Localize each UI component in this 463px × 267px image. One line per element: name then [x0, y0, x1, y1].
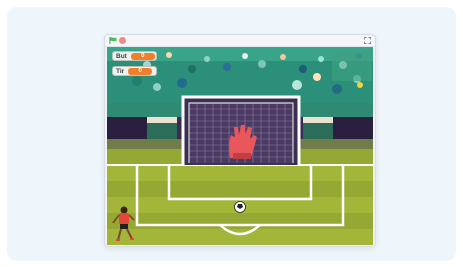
game-stage[interactable]: But 0 Tir 0	[107, 47, 373, 245]
monitor-label-but: But	[116, 52, 127, 60]
score-monitor-but: But 0	[112, 51, 157, 61]
monitor-value-but: 0	[130, 52, 155, 60]
monitor-label-tir: Tir	[116, 67, 125, 75]
monitor-value-tir: 0	[128, 67, 153, 75]
green-flag-icon[interactable]	[109, 37, 117, 44]
stage-header	[105, 35, 375, 47]
football-ball[interactable]	[234, 201, 246, 213]
score-monitor-tir: Tir 0	[112, 66, 157, 76]
stage-window: But 0 Tir 0	[104, 34, 376, 247]
stop-sign-icon[interactable]	[119, 37, 126, 44]
fullscreen-icon[interactable]	[364, 37, 371, 44]
